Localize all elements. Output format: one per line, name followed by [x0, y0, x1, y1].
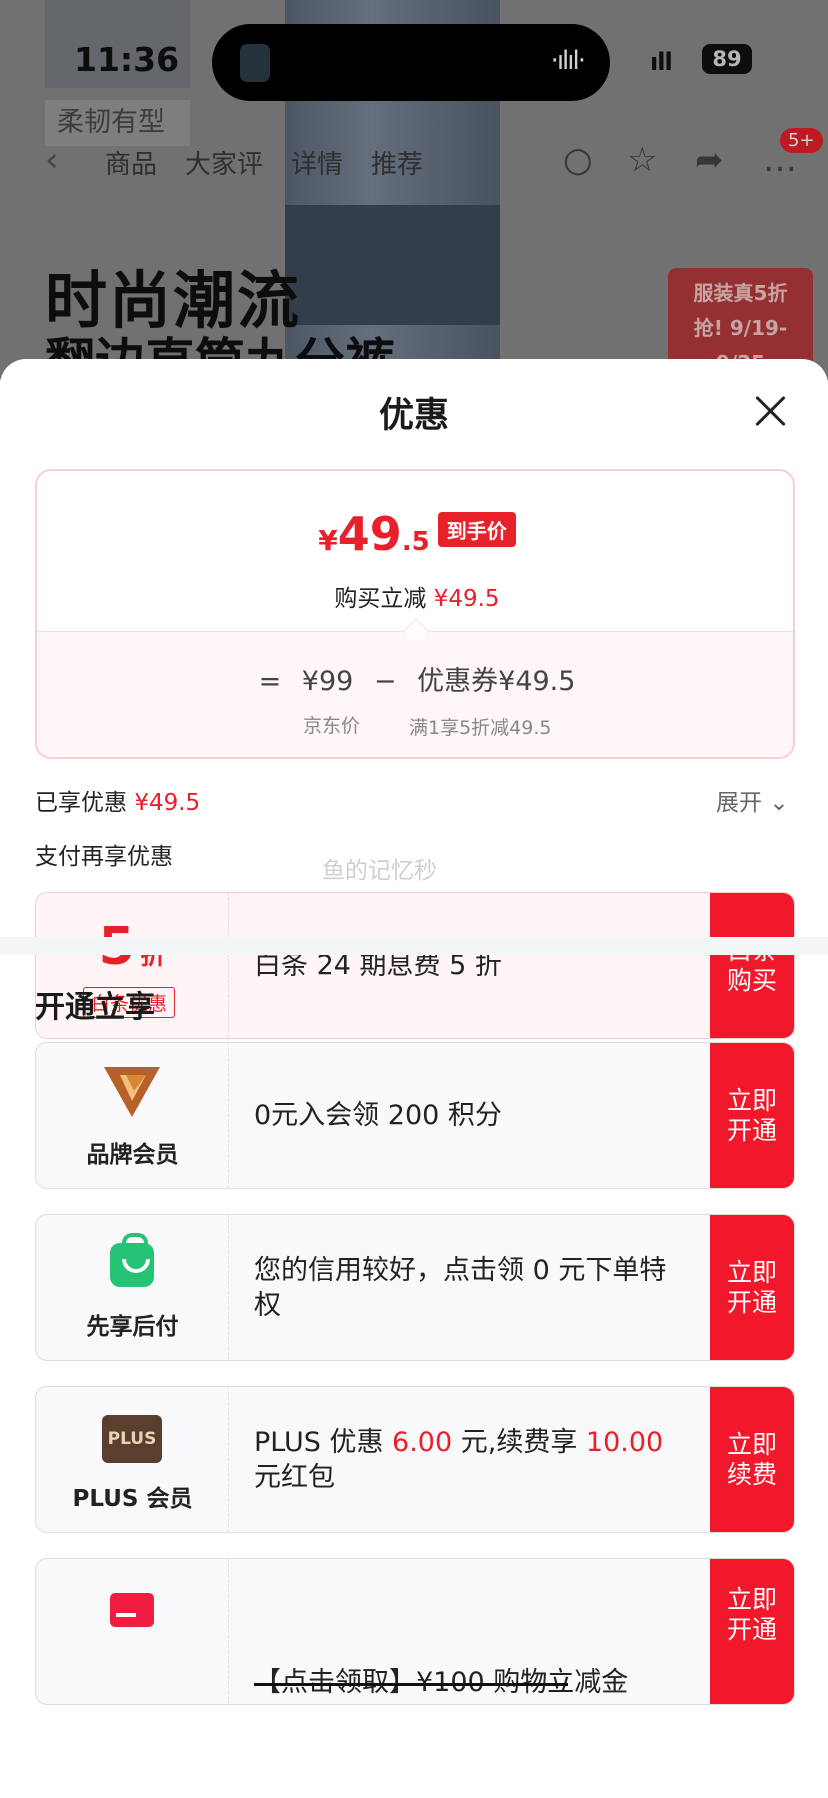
expand-label: 展开 — [716, 790, 762, 816]
enjoyed-value: ¥49.5 — [134, 790, 201, 816]
shopping-bag-icon — [110, 1233, 154, 1287]
offer-icon-area — [36, 1559, 229, 1704]
baitiao-description: 白条 24 期息费 5 折 — [254, 950, 502, 981]
offer-description: 【点击领取】¥100 购物立减金 — [254, 1559, 684, 1704]
renew-now-button[interactable]: 立即续费 — [710, 1387, 794, 1532]
close-icon[interactable] — [754, 395, 786, 427]
offer-description: PLUS 优惠 6.00 元,续费享 10.00 元红包 — [254, 1426, 664, 1493]
currency-symbol: ¥ — [318, 524, 338, 557]
offer-icon-area: 先享后付 — [36, 1215, 229, 1360]
jd-price: ¥99 — [301, 666, 354, 697]
offer-label: PLUS 会员 — [72, 1486, 193, 1512]
offer-description-text: 【点击领取】¥100 购物立减金 — [254, 1667, 629, 1698]
sheet-title: 优惠 — [378, 396, 449, 436]
plus-member-card: PLUS PLUS 会员 PLUS 优惠 6.00 元,续费享 10.00 元红… — [35, 1386, 795, 1533]
pay-more-heading: 支付再享优惠 — [35, 844, 173, 870]
final-price-tag: 到手价 — [437, 512, 516, 547]
enjoyed-label: 已享优惠 — [35, 790, 127, 816]
plus-redpacket-value: 10.00 — [585, 1426, 664, 1458]
coupon-amount: 优惠券¥49.5 — [417, 666, 576, 697]
section-divider — [0, 937, 828, 955]
instant-discount: 购买立减 ¥49.5 — [37, 579, 793, 613]
pay-later-card: 先享后付 您的信用较好，点击领 0 元下单特权 立即开通 — [35, 1214, 795, 1361]
open-now-button[interactable]: 立即开通 — [710, 1043, 794, 1188]
discount-sheet: 优惠 ¥49.5 到手价 购买立减 ¥49.5 = ¥99 − 优惠券¥49.5 … — [0, 359, 828, 1798]
minus-sign: − — [373, 666, 397, 697]
jd-price-label: 京东价 — [303, 715, 361, 737]
instant-discount-value: ¥49.5 — [433, 586, 500, 612]
price-formula: = ¥99 − 优惠券¥49.5 — [37, 659, 793, 698]
coupon-rule: 满1享5折减49.5 — [409, 717, 552, 739]
offer-icon-area: 品牌会员 — [36, 1043, 229, 1188]
price-integer: 49 — [337, 507, 402, 561]
price-breakdown-card: ¥49.5 到手价 购买立减 ¥49.5 = ¥99 − 优惠券¥49.5 京东价… — [35, 469, 795, 759]
credit-card-icon — [110, 1593, 154, 1627]
offer-label: 先享后付 — [86, 1314, 179, 1340]
product-page-background: 柔韧有型 11:36 ·ılıl· ıll 89 ‹ 商品 大家评 详情 推荐 … — [0, 0, 828, 380]
offer-icon-area: PLUS PLUS 会员 — [36, 1387, 229, 1532]
open-now-button[interactable]: 立即开通 — [710, 1559, 794, 1704]
plus-logo-icon: PLUS — [102, 1415, 162, 1463]
open-now-button[interactable]: 立即开通 — [710, 1215, 794, 1360]
enjoyed-discount: 已享优惠 ¥49.5 — [35, 783, 200, 817]
expand-button[interactable]: 展开 ⌄ — [716, 783, 789, 817]
card-offer-card: 【点击领取】¥100 购物立减金 立即开通 — [35, 1558, 795, 1705]
open-benefits-heading: 开通立享 — [35, 990, 155, 1025]
baitiao-buy-button[interactable]: 白条购买 — [710, 893, 794, 1038]
price-decimal: .5 — [401, 527, 430, 557]
watermark: 鱼的记忆秒 — [322, 858, 437, 884]
plus-discount-value: 6.00 — [392, 1426, 453, 1458]
final-price: ¥49.5 到手价 — [37, 507, 793, 561]
overlay-dim — [0, 0, 828, 380]
equals-sign: = — [258, 666, 282, 697]
instant-discount-label: 购买立减 — [334, 586, 427, 612]
offer-description: 您的信用较好，点击领 0 元下单特权 — [254, 1254, 667, 1321]
offer-label: 品牌会员 — [86, 1142, 179, 1168]
brand-member-icon — [104, 1067, 160, 1117]
brand-member-card: 品牌会员 0元入会领 200 积分 立即开通 — [35, 1042, 795, 1189]
chevron-down-icon: ⌄ — [769, 790, 789, 816]
offer-description: 0元入会领 200 积分 — [254, 1100, 502, 1131]
